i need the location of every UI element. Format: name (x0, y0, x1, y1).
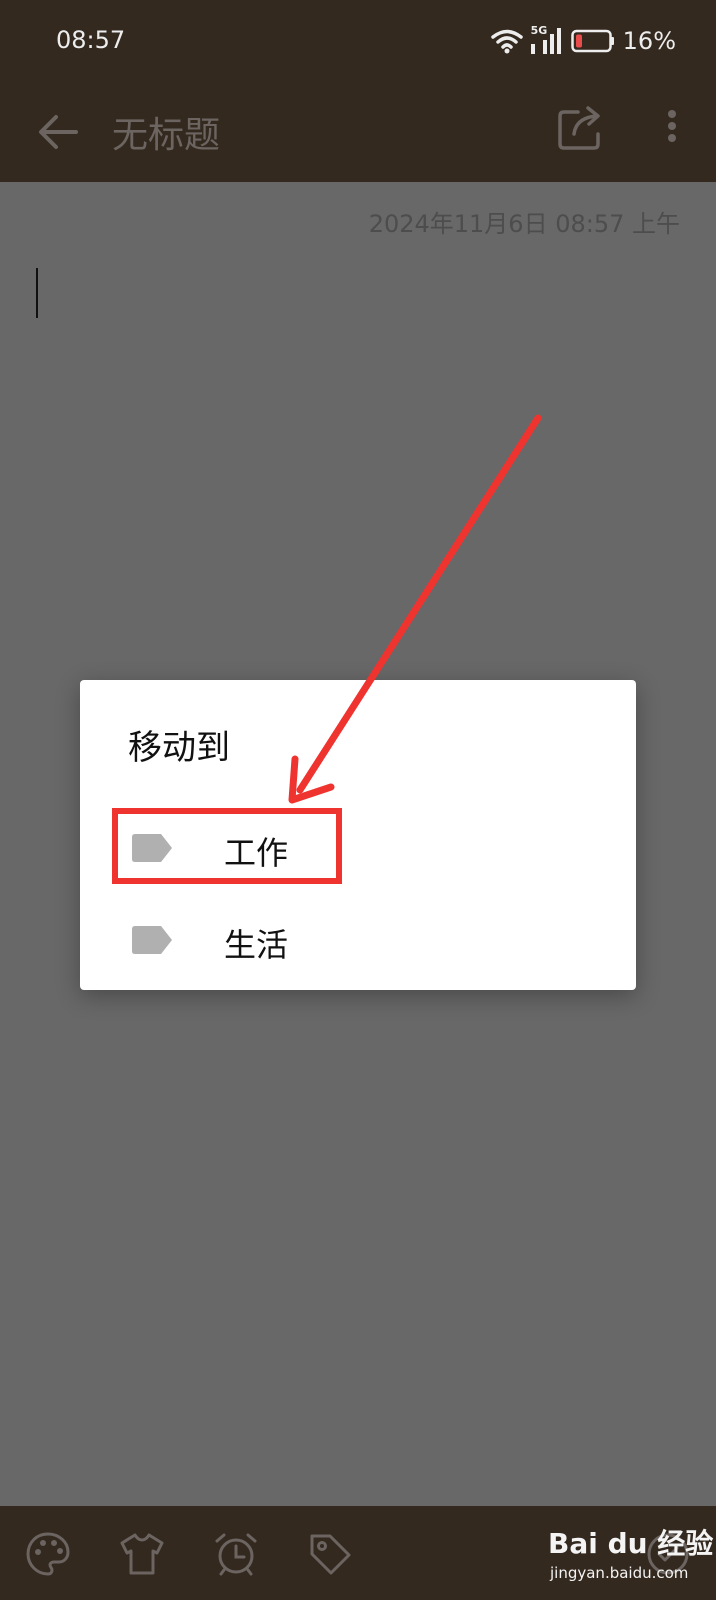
watermark-url: jingyan.baidu.com (550, 1564, 689, 1582)
tag-icon[interactable] (306, 1530, 354, 1578)
note-title[interactable]: 无标题 (112, 106, 220, 158)
screen: 08:57 5G 16% 无标题 2024年11月6日 08:57 上午 移动到… (0, 0, 716, 1600)
tag-icon (132, 926, 172, 954)
text-cursor (36, 268, 38, 318)
status-indicators: 5G 16% (490, 24, 676, 58)
back-arrow-icon[interactable] (30, 102, 90, 162)
option-label: 生活 (224, 926, 289, 964)
dialog-title: 移动到 (128, 728, 230, 768)
status-time: 08:57 (56, 26, 126, 54)
app-bar: 无标题 (0, 82, 716, 182)
status-bar: 08:57 5G 16% (0, 0, 716, 82)
more-vertical-icon[interactable] (656, 102, 688, 162)
battery-percentage: 16% (622, 27, 676, 55)
battery-icon (570, 29, 614, 53)
baidu-jingyan-watermark: Bai du 经验 jingyan.baidu.com (548, 1522, 713, 1596)
watermark-logo: Bai du 经验 (548, 1527, 714, 1560)
wifi-icon (490, 29, 523, 54)
share-icon[interactable] (556, 102, 608, 154)
note-date: 2024年11月6日 08:57 上午 (368, 210, 680, 238)
palette-icon[interactable] (24, 1530, 72, 1578)
option-life[interactable]: 生活 (80, 902, 636, 982)
annotation-highlight-box (112, 808, 342, 884)
alarm-icon[interactable] (212, 1530, 260, 1578)
shirt-icon[interactable] (118, 1530, 166, 1578)
cellular-signal-icon: 5G (530, 24, 563, 56)
